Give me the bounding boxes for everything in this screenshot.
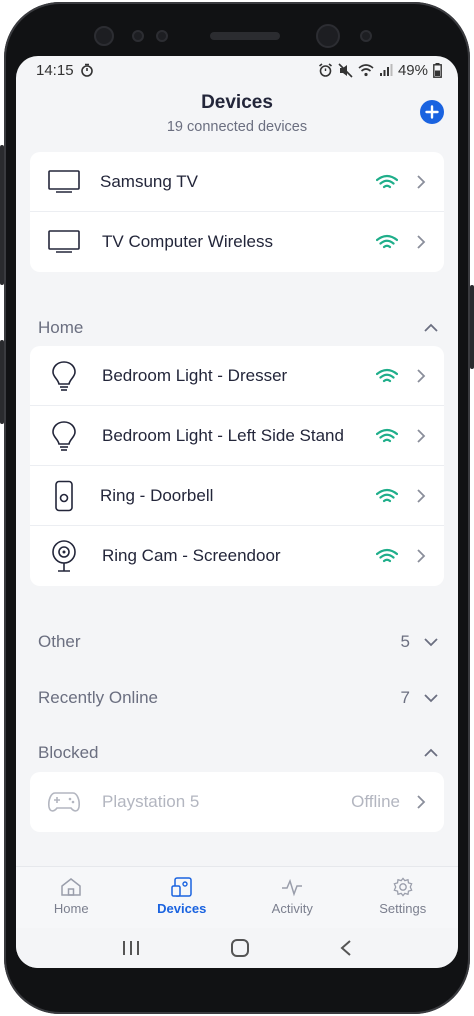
nav-label: Activity: [271, 901, 313, 916]
tv-icon: [46, 224, 82, 260]
chevron-up-icon: [424, 323, 438, 332]
battery-percent: 49%: [397, 61, 428, 79]
section-title: Home: [38, 318, 84, 337]
device-row[interactable]: Bedroom Light - Left Side Stand: [30, 406, 444, 466]
section-header-other[interactable]: Other 5: [16, 627, 458, 657]
add-device-button[interactable]: [420, 100, 444, 124]
back-icon[interactable]: [339, 939, 353, 957]
doorbell-icon: [46, 478, 82, 514]
wifi-icon: [376, 488, 398, 502]
devices-card: Samsung TV TV Computer Wireless: [30, 152, 444, 272]
side-button: [0, 340, 4, 424]
lightbulb-icon: [46, 358, 82, 394]
activity-icon: [282, 878, 303, 897]
timer-icon: [80, 63, 93, 77]
page-title: Devices: [201, 92, 273, 113]
page-header: Devices 19 connected devices: [16, 84, 458, 150]
devices-icon: [171, 877, 192, 897]
nav-label: Settings: [379, 901, 427, 916]
front-camera: [316, 24, 340, 48]
system-nav-bar: [16, 928, 458, 968]
chevron-right-icon: [417, 428, 426, 443]
device-row[interactable]: Ring - Doorbell: [30, 466, 444, 526]
status-bar: 14:15 49%: [16, 56, 458, 84]
device-row[interactable]: TV Computer Wireless: [30, 212, 444, 272]
chevron-right-icon: [417, 368, 426, 383]
device-name: Ring - Doorbell: [100, 485, 214, 505]
side-button: [470, 285, 474, 369]
section-count: 7: [400, 688, 410, 707]
device-name: TV Computer Wireless: [102, 232, 273, 251]
plus-icon: [425, 105, 439, 119]
sensor-dot: [132, 30, 144, 42]
sensor-dot: [360, 30, 372, 42]
nav-item-activity[interactable]: Activity: [237, 867, 348, 928]
wifi-icon: [376, 548, 398, 563]
section-header-recently-online[interactable]: Recently Online 7: [16, 683, 458, 713]
signal-icon: [379, 64, 393, 76]
device-name: Bedroom Light - Dresser: [102, 365, 288, 385]
section-title: Other: [38, 632, 81, 651]
section-header-blocked[interactable]: Blocked: [16, 738, 458, 768]
device-name: Playstation 5: [102, 792, 200, 811]
wifi-icon: [376, 234, 398, 249]
connected-count: 19 connected devices: [166, 119, 308, 135]
device-status: Offline: [351, 792, 400, 811]
chevron-up-icon: [424, 748, 438, 757]
app-screen: 14:15 49% Devices 19 connected devices S…: [16, 56, 458, 968]
status-time: 14:15: [36, 61, 74, 79]
section-header-home[interactable]: Home: [16, 313, 458, 343]
chevron-right-icon: [417, 549, 426, 563]
chevron-right-icon: [417, 795, 426, 809]
battery-icon: [433, 62, 442, 78]
nav-item-settings[interactable]: Settings: [348, 867, 459, 928]
mute-icon: [338, 62, 353, 78]
section-count: 5: [400, 632, 410, 651]
sensor-dot: [156, 30, 168, 42]
chevron-right-icon: [417, 235, 426, 249]
chevron-down-icon: [424, 638, 438, 647]
section-title: Blocked: [38, 743, 99, 762]
gamepad-icon: [46, 784, 82, 820]
device-row[interactable]: Samsung TV: [30, 152, 444, 212]
earpiece-speaker: [210, 32, 280, 40]
recent-apps-icon[interactable]: [121, 939, 141, 957]
nav-label: Home: [53, 901, 89, 916]
home-devices-card: Bedroom Light - Dresser Bedroom Light - …: [30, 346, 444, 586]
device-row[interactable]: Playstation 5 Offline: [30, 772, 444, 832]
bottom-nav: Home Devices Activity Settings: [16, 866, 458, 928]
lightbulb-icon: [46, 418, 82, 454]
device-row[interactable]: Ring Cam - Screendoor: [30, 526, 444, 586]
chevron-right-icon: [417, 488, 426, 503]
nav-item-home[interactable]: Home: [16, 867, 127, 928]
gear-icon: [393, 877, 413, 897]
tv-icon: [46, 164, 82, 200]
device-row[interactable]: Bedroom Light - Dresser: [30, 346, 444, 406]
wifi-icon: [376, 428, 398, 442]
side-button: [0, 145, 4, 285]
wifi-icon: [376, 368, 398, 382]
chevron-down-icon: [424, 694, 438, 703]
section-title: Recently Online: [38, 688, 159, 707]
nav-label: Devices: [157, 901, 207, 916]
wifi-status-icon: [358, 64, 374, 77]
device-name: Samsung TV: [100, 171, 198, 191]
device-name: Ring Cam - Screendoor: [102, 546, 281, 565]
sensor-dot: [94, 26, 114, 46]
chevron-right-icon: [417, 174, 426, 189]
home-icon: [61, 878, 81, 896]
camera-icon: [46, 538, 82, 574]
device-name: Bedroom Light - Left Side Stand: [102, 425, 344, 445]
alarm-icon: [318, 62, 332, 77]
wifi-icon: [376, 174, 398, 188]
blocked-devices-card: Playstation 5 Offline: [30, 772, 444, 832]
home-button-icon[interactable]: [230, 938, 250, 958]
nav-item-devices[interactable]: Devices: [127, 867, 238, 928]
